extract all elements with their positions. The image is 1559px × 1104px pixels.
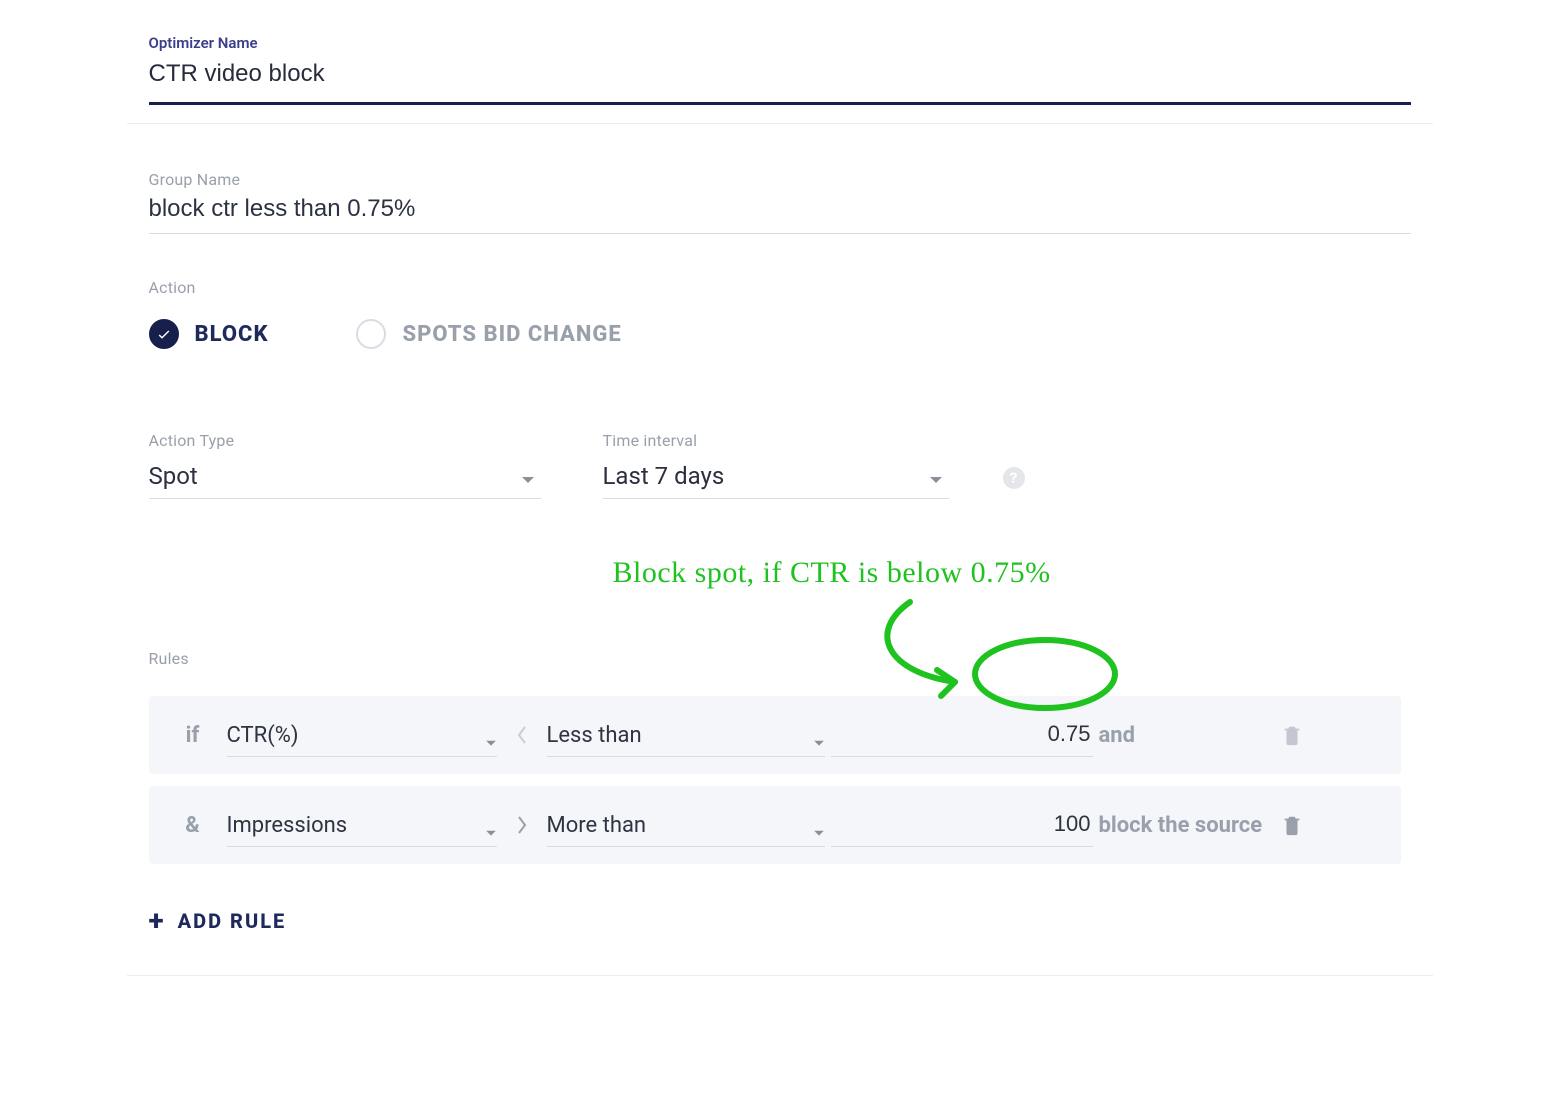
optimizer-name-input[interactable] [149,52,1411,105]
rule-operator-value: More than [547,813,647,838]
annotation-text: Block spot, if CTR is below 0.75% [613,556,1051,590]
chevron-right-icon [503,815,541,835]
rule-tail: and [1099,723,1269,748]
rule-tail: block the source [1099,813,1269,838]
delete-rule-button[interactable] [1275,813,1309,837]
action-spots-label: SPOTS BID CHANGE [402,322,621,347]
rule-value-input-wrap [831,713,1093,757]
time-interval-label: Time interval [603,431,949,450]
rule-value-input[interactable] [831,720,1093,748]
action-type-select[interactable]: Spot [149,462,541,499]
rule-value-input[interactable] [831,810,1093,838]
add-rule-button[interactable]: + ADD RULE [149,904,1411,937]
rule-row: if CTR(%) Less than [149,696,1401,774]
rule-operator-value: Less than [547,723,642,748]
rule-value-input-wrap [831,803,1093,847]
chevron-down-icon [813,740,825,748]
section-divider [127,975,1433,976]
rule-metric-select[interactable]: CTR(%) [227,713,497,757]
rules-label: Rules [149,649,1411,668]
delete-rule-button[interactable] [1275,723,1309,747]
rule-row: & Impressions More than [149,786,1401,864]
action-block-radio[interactable]: BLOCK [149,319,269,349]
chevron-down-icon [485,830,497,838]
chevron-down-icon [485,740,497,748]
optimizer-name-label: Optimizer Name [149,34,1411,52]
action-radio-group: BLOCK SPOTS BID CHANGE [149,319,1411,349]
action-label: Action [149,278,1411,297]
rule-operator-select[interactable]: Less than [547,713,825,757]
plus-icon: + [149,904,164,937]
rules-list: if CTR(%) Less than [149,696,1401,864]
radio-checked-icon [149,319,179,349]
time-interval-value: Last 7 days [603,462,725,490]
rule-prefix: & [165,813,221,838]
action-block-label: BLOCK [195,322,269,347]
group-name-input[interactable] [149,189,1411,234]
rule-metric-value: CTR(%) [227,723,299,748]
rule-operator-select[interactable]: More than [547,803,825,847]
chevron-left-icon [503,725,541,745]
add-rule-label: ADD RULE [178,909,287,933]
radio-unchecked-icon [356,319,386,349]
rule-prefix: if [165,723,221,748]
action-type-value: Spot [149,462,198,490]
rule-metric-select[interactable]: Impressions [227,803,497,847]
rule-metric-value: Impressions [227,813,348,838]
action-type-label: Action Type [149,431,541,450]
chevron-down-icon [813,830,825,838]
group-name-label: Group Name [149,170,1411,189]
action-spots-bid-change-radio[interactable]: SPOTS BID CHANGE [356,319,621,349]
time-interval-select[interactable]: Last 7 days [603,462,949,499]
chevron-down-icon [521,476,535,486]
help-icon[interactable]: ? [1003,467,1025,489]
chevron-down-icon [929,476,943,486]
